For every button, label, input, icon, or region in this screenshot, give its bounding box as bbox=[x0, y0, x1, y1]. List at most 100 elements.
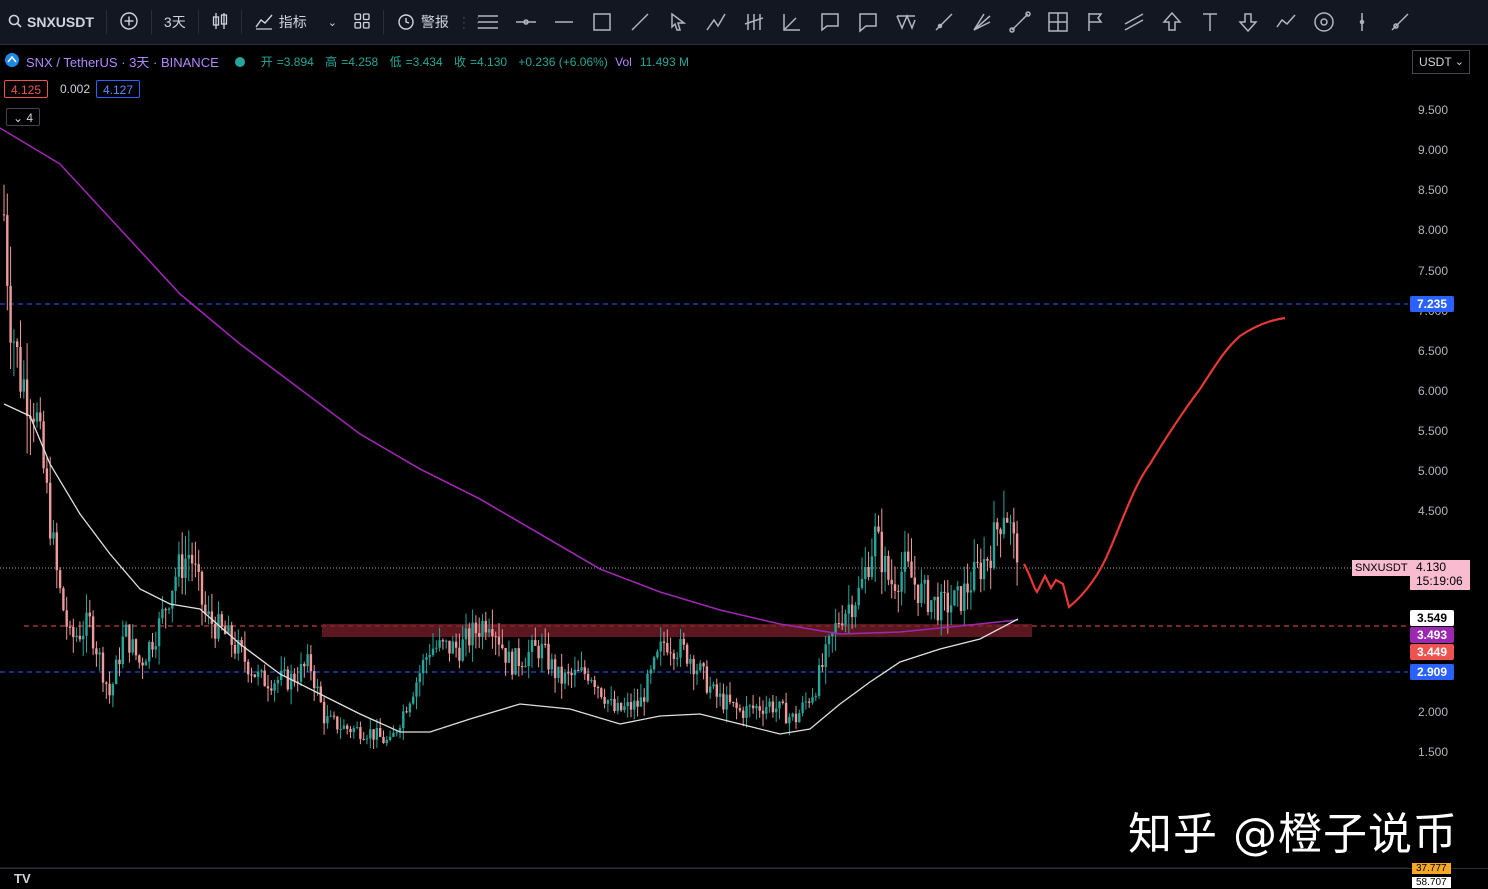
candle-body bbox=[105, 682, 108, 684]
candle-body bbox=[200, 571, 204, 605]
price-tick-label: 8.500 bbox=[1418, 183, 1449, 198]
candle-body bbox=[283, 669, 286, 671]
parallel-channel-tool[interactable] bbox=[1115, 0, 1153, 44]
candle-body bbox=[131, 639, 134, 653]
bar-countdown: 15:19:06 bbox=[1416, 574, 1463, 588]
candle-body bbox=[68, 626, 72, 628]
support-zone-rectangle[interactable] bbox=[322, 624, 1032, 637]
candle-body bbox=[349, 728, 352, 733]
candle-body bbox=[662, 641, 666, 644]
candle-body bbox=[316, 686, 319, 689]
candle-body bbox=[309, 654, 313, 672]
rectangle-tool[interactable] bbox=[583, 0, 621, 44]
candle-body bbox=[890, 579, 893, 585]
candle-body bbox=[636, 700, 639, 707]
candle-body bbox=[811, 697, 814, 703]
price-chart[interactable] bbox=[0, 44, 1408, 868]
candle-body bbox=[98, 652, 101, 655]
cursor-tool[interactable] bbox=[659, 0, 697, 44]
compare-button[interactable] bbox=[111, 0, 147, 44]
candle-body bbox=[82, 635, 85, 640]
candle-body bbox=[563, 672, 567, 684]
candle-body bbox=[190, 554, 194, 564]
angle-tool[interactable] bbox=[773, 0, 811, 44]
arrow-down-tool[interactable] bbox=[1229, 0, 1267, 44]
indicators-label: 指标 bbox=[278, 14, 307, 30]
candle-body bbox=[45, 468, 49, 483]
search-icon bbox=[8, 14, 22, 31]
comment-tool[interactable] bbox=[849, 0, 887, 44]
candle-body bbox=[913, 577, 916, 585]
candle-body bbox=[161, 609, 164, 619]
trend-line-tool[interactable] bbox=[621, 0, 659, 44]
price-tick-label: 5.000 bbox=[1418, 464, 1449, 479]
candle-body bbox=[633, 700, 636, 710]
callout-tool[interactable] bbox=[811, 0, 849, 44]
candle-body bbox=[78, 635, 82, 640]
divider bbox=[197, 10, 199, 34]
candle-body bbox=[101, 652, 105, 683]
candle-body bbox=[379, 727, 382, 737]
candle-body bbox=[448, 640, 451, 654]
layout-button[interactable] bbox=[345, 0, 379, 44]
pattern-icon bbox=[896, 14, 916, 31]
symbol-search-button[interactable]: SNXUSDT bbox=[0, 0, 102, 44]
candle-body bbox=[870, 556, 874, 578]
candle-body bbox=[220, 614, 223, 627]
candle-body bbox=[643, 697, 646, 702]
ray-tool[interactable] bbox=[1381, 0, 1419, 44]
candle-body bbox=[342, 725, 346, 729]
crosshair-box-tool[interactable] bbox=[1039, 0, 1077, 44]
chart-type-button[interactable] bbox=[203, 0, 237, 44]
candle-body bbox=[897, 590, 900, 592]
crosshair-box-icon bbox=[1048, 12, 1068, 32]
vertical-line-icon bbox=[1359, 13, 1365, 31]
arrow-up-tool[interactable] bbox=[1153, 0, 1191, 44]
text-tool[interactable] bbox=[1191, 0, 1229, 44]
trend-line-horizontal-tool[interactable] bbox=[545, 0, 583, 44]
indicators-button[interactable]: 指标 ⌄ bbox=[246, 0, 345, 44]
candle-body bbox=[478, 633, 481, 637]
drag-handle-icon[interactable]: ⋮⋮ bbox=[457, 14, 485, 31]
candle-body bbox=[963, 583, 966, 611]
tradingview-logo-icon: TV bbox=[14, 871, 31, 886]
interval-button[interactable]: 3天 bbox=[156, 0, 194, 44]
price-tick-label: 7.500 bbox=[1418, 263, 1449, 278]
candle-body bbox=[260, 670, 263, 672]
candle-body bbox=[487, 629, 491, 633]
candle-body bbox=[438, 640, 441, 648]
forecast-drawing-line[interactable] bbox=[1023, 316, 1286, 609]
candle-body bbox=[893, 584, 897, 591]
candle-body bbox=[138, 655, 141, 663]
candle-body bbox=[1015, 533, 1019, 563]
candle-body bbox=[121, 636, 124, 665]
candle-body bbox=[494, 636, 497, 638]
candle-body bbox=[1006, 518, 1009, 523]
pattern-tool[interactable] bbox=[887, 0, 925, 44]
polyline-tool[interactable] bbox=[1267, 0, 1305, 44]
candle-body bbox=[916, 584, 920, 603]
horizontal-lines-tool[interactable] bbox=[469, 0, 507, 44]
target-tool[interactable] bbox=[1305, 0, 1343, 44]
divider bbox=[105, 10, 107, 34]
candle-body bbox=[177, 554, 181, 577]
candle-body bbox=[837, 623, 841, 625]
fib-fan-tool[interactable] bbox=[963, 0, 1001, 44]
brush-tool[interactable] bbox=[925, 0, 963, 44]
candle-body bbox=[943, 591, 946, 593]
path-tool[interactable] bbox=[697, 0, 735, 44]
candle-body bbox=[781, 701, 784, 703]
flag-tool[interactable] bbox=[1077, 0, 1115, 44]
price-axis[interactable]: 9.5009.0008.5008.0007.5007.0006.5006.000… bbox=[1352, 44, 1488, 868]
candle-body bbox=[702, 663, 705, 667]
measure-tool[interactable] bbox=[1001, 0, 1039, 44]
candle-body bbox=[474, 622, 478, 634]
candle-body bbox=[692, 658, 695, 675]
horizontal-ray-tool[interactable] bbox=[507, 0, 545, 44]
vertical-line-tool[interactable] bbox=[1343, 0, 1381, 44]
candle-body bbox=[949, 605, 953, 613]
candle-body bbox=[187, 554, 190, 559]
pitchfork-tool[interactable] bbox=[735, 0, 773, 44]
candle-body bbox=[428, 654, 431, 658]
alerts-button[interactable]: 警报 bbox=[388, 0, 457, 44]
